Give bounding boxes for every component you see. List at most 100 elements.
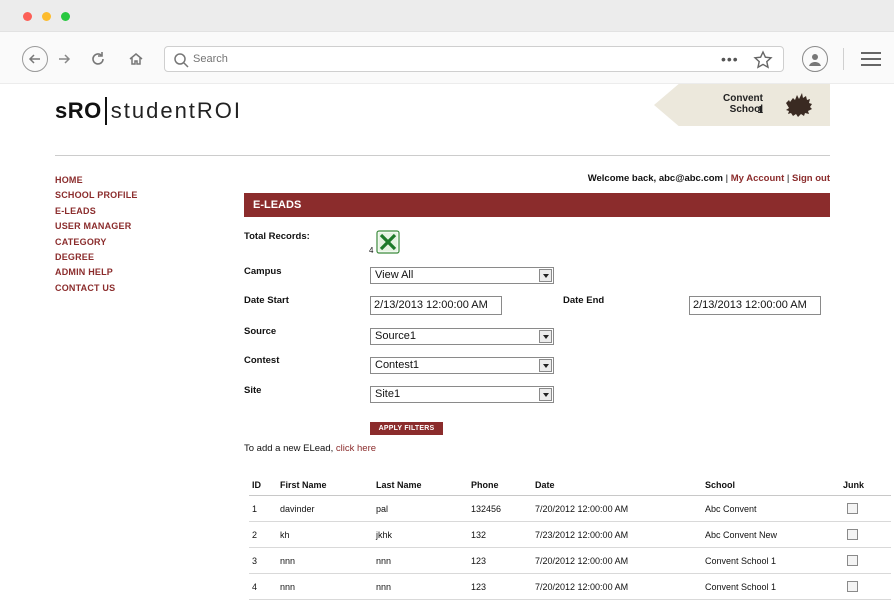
column-header-first-name[interactable]: First Name xyxy=(280,480,327,490)
junk-checkbox[interactable] xyxy=(847,529,858,540)
contest-label: Contest xyxy=(244,355,280,366)
cell-last-name: nnn xyxy=(376,582,392,592)
campus-select[interactable]: View All xyxy=(370,267,554,284)
cell-id: 2 xyxy=(252,530,258,540)
chevron-down-icon xyxy=(539,269,552,282)
profile-button[interactable] xyxy=(802,46,828,72)
column-header-school[interactable]: School xyxy=(705,480,735,490)
reload-button[interactable] xyxy=(88,46,108,72)
search-icon xyxy=(174,53,189,68)
cell-last-name: nnn xyxy=(376,556,392,566)
maximize-window-button[interactable] xyxy=(61,12,70,21)
sidebar-item-category[interactable]: CATEGORY xyxy=(55,237,215,252)
school-count: 1 xyxy=(757,105,763,116)
cell-phone: 123 xyxy=(471,582,487,592)
campus-label: Campus xyxy=(244,266,282,277)
cell-school: Convent School 1 xyxy=(705,582,777,592)
date-end-input[interactable]: 2/13/2013 12:00:00 AM xyxy=(689,296,821,315)
back-button[interactable] xyxy=(22,46,48,72)
window-titlebar xyxy=(0,0,894,32)
cell-phone: 132456 xyxy=(471,504,502,514)
site-value: Site1 xyxy=(375,388,401,400)
apply-filters-button[interactable]: APPLY FILTERS xyxy=(370,422,443,435)
address-bar[interactable]: ••• xyxy=(164,46,784,72)
junk-checkbox[interactable] xyxy=(847,503,858,514)
excel-export-icon[interactable] xyxy=(376,230,400,254)
menu-icon-bar xyxy=(861,64,881,66)
separator: | xyxy=(784,173,792,184)
cell-last-name: pal xyxy=(376,504,389,514)
search-input[interactable] xyxy=(193,47,693,71)
home-button[interactable] xyxy=(126,46,146,72)
page-actions-icon[interactable]: ••• xyxy=(721,51,739,67)
cell-id: 3 xyxy=(252,556,258,566)
campus-value: View All xyxy=(375,269,414,281)
sidebar-item-admin-help[interactable]: ADMIN HELP xyxy=(55,267,215,282)
menu-icon xyxy=(861,52,881,54)
star-icon[interactable] xyxy=(753,50,773,70)
sidebar-item-user-manager[interactable]: USER MANAGER xyxy=(55,221,215,236)
cell-first-name: kh xyxy=(280,530,290,540)
cell-first-name: nnn xyxy=(280,556,296,566)
cell-first-name: davinder xyxy=(280,504,315,514)
sidebar-item-e-leads[interactable]: E-LEADS xyxy=(55,206,215,221)
total-records-value: 4 xyxy=(369,246,374,255)
menu-button[interactable] xyxy=(860,46,882,72)
column-header-junk[interactable]: Junk xyxy=(843,480,864,490)
add-lead-link[interactable]: click here xyxy=(336,443,376,454)
cell-last-name: jkhk xyxy=(376,530,393,540)
welcome-bar: Welcome back, abc@abc.com | My Account |… xyxy=(470,173,830,184)
cell-date: 7/20/2012 12:00:00 AM xyxy=(535,556,629,566)
column-header-date[interactable]: Date xyxy=(535,480,555,490)
column-header-phone[interactable]: Phone xyxy=(471,480,499,490)
add-lead-prefix: To add a new ELead, xyxy=(244,443,336,454)
column-header-id[interactable]: ID xyxy=(252,480,261,490)
sidebar-item-school-profile[interactable]: SCHOOL PROFILE xyxy=(55,190,215,205)
cell-date: 7/20/2012 12:00:00 AM xyxy=(535,504,629,514)
cell-phone: 123 xyxy=(471,556,487,566)
junk-checkbox[interactable] xyxy=(847,581,858,592)
add-lead-text: To add a new ELead, click here xyxy=(244,443,376,454)
source-select[interactable]: Source1 xyxy=(370,328,554,345)
cell-school: Abc Convent New xyxy=(705,530,778,540)
junk-checkbox[interactable] xyxy=(847,555,858,566)
browser-toolbar: ••• xyxy=(0,32,894,84)
cell-phone: 132 xyxy=(471,530,487,540)
user-icon xyxy=(809,54,821,66)
table-row: 2 kh jkhk 132 7/23/2012 12:00:00 AM Abc … xyxy=(249,522,891,548)
eleads-table: ID First Name Last Name Phone Date Schoo… xyxy=(249,474,891,600)
sidebar-item-contact-us[interactable]: CONTACT US xyxy=(55,283,215,298)
menu-icon-bar xyxy=(861,58,881,60)
my-account-link[interactable]: My Account xyxy=(731,173,784,184)
cell-school: Convent School 1 xyxy=(705,556,777,566)
sidebar-item-home[interactable]: HOME xyxy=(55,175,215,190)
forward-button[interactable] xyxy=(54,46,74,72)
header-divider xyxy=(55,155,830,156)
site-logo[interactable]: sRO studentROI xyxy=(55,94,242,128)
minimize-window-button[interactable] xyxy=(42,12,51,21)
cell-date: 7/20/2012 12:00:00 AM xyxy=(535,582,629,592)
site-select[interactable]: Site1 xyxy=(370,386,554,403)
chevron-down-icon xyxy=(539,359,552,372)
cell-first-name: nnn xyxy=(280,582,296,592)
table-header-row: ID First Name Last Name Phone Date Schoo… xyxy=(249,474,891,496)
contest-select[interactable]: Contest1 xyxy=(370,357,554,374)
logo-divider xyxy=(104,97,107,125)
column-header-last-name[interactable]: Last Name xyxy=(376,480,422,490)
date-start-input[interactable]: 2/13/2013 12:00:00 AM xyxy=(370,296,502,315)
reload-icon xyxy=(92,52,104,65)
sidebar-nav: HOME SCHOOL PROFILE E-LEADS USER MANAGER… xyxy=(55,175,215,298)
close-window-button[interactable] xyxy=(23,12,32,21)
cell-id: 1 xyxy=(252,504,258,514)
cell-school: Abc Convent xyxy=(705,504,757,514)
sidebar-item-degree[interactable]: DEGREE xyxy=(55,252,215,267)
contest-value: Contest1 xyxy=(375,359,420,371)
sign-out-link[interactable]: Sign out xyxy=(792,173,830,184)
arrow-right-icon xyxy=(59,54,71,64)
toolbar-divider xyxy=(843,48,844,70)
canada-map-icon xyxy=(786,93,812,117)
chevron-down-icon xyxy=(539,388,552,401)
date-end-label: Date End xyxy=(563,295,605,306)
total-records-label: Total Records: xyxy=(244,231,310,242)
logo-short: sRO xyxy=(55,98,102,123)
